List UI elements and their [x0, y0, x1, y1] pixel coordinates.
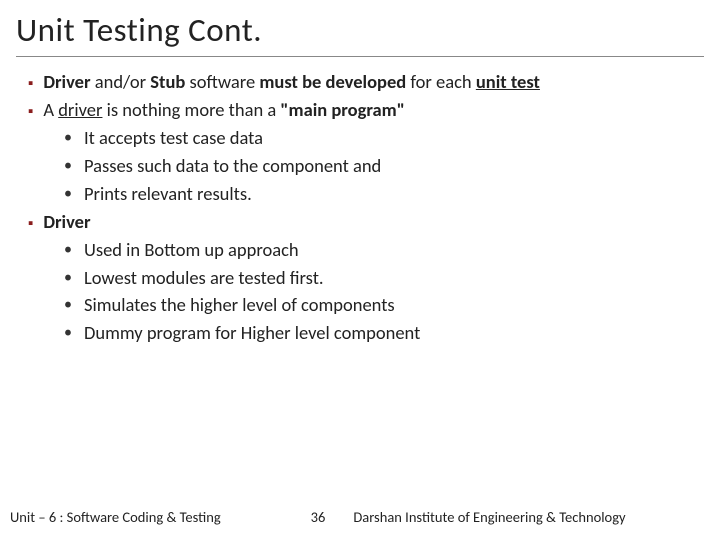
dot-bullet-icon: •: [64, 322, 72, 344]
text-main-program: "main program": [280, 98, 404, 121]
subbullet-simulates: • Simulates the higher level of componen…: [64, 292, 704, 318]
text-stub: Stub: [150, 70, 185, 93]
slide-footer: Unit – 6 : Software Coding & Testing 36 …: [0, 508, 720, 526]
footer-unit-label: Unit – 6 : Software Coding & Testing: [10, 508, 221, 526]
subbullet-lowest-modules: • Lowest modules are tested first.: [64, 265, 704, 291]
slide: Unit Testing Cont. ▪ Driver and/or Stub …: [0, 0, 720, 540]
square-bullet-icon: ▪: [28, 74, 33, 95]
subbullet-prints-results: • Prints relevant results.: [64, 181, 704, 207]
slide-body: ▪ Driver and/or Stub software must be de…: [16, 69, 704, 346]
text-must-be-developed: must be developed: [259, 70, 406, 93]
slide-title: Unit Testing Cont.: [16, 10, 704, 57]
bullet-driver-definition: ▪ A driver is nothing more than a "main …: [28, 97, 704, 123]
square-bullet-icon: ▪: [28, 102, 33, 123]
subbullet-passes-data: • Passes such data to the component and: [64, 153, 704, 179]
dot-bullet-icon: •: [64, 155, 72, 177]
text-driver: Driver: [43, 70, 90, 93]
dot-bullet-icon: •: [64, 239, 72, 261]
dot-bullet-icon: •: [64, 267, 72, 289]
dot-bullet-icon: •: [64, 183, 72, 205]
square-bullet-icon: ▪: [28, 214, 33, 235]
bullet-driver-stub: ▪ Driver and/or Stub software must be de…: [28, 69, 704, 95]
text-driver-underline: driver: [58, 98, 102, 121]
bullet-driver-heading: ▪ Driver: [28, 209, 704, 235]
dot-bullet-icon: •: [64, 127, 72, 149]
text-unit-test: unit test: [476, 70, 540, 93]
subbullet-dummy-program: • Dummy program for Higher level compone…: [64, 320, 704, 346]
dot-bullet-icon: •: [64, 294, 72, 316]
subbullet-bottom-up: • Used in Bottom up approach: [64, 237, 704, 263]
footer-institute: Darshan Institute of Engineering & Techn…: [353, 508, 710, 526]
subbullet-accepts-data: • It accepts test case data: [64, 125, 704, 151]
footer-page-number: 36: [311, 508, 326, 526]
